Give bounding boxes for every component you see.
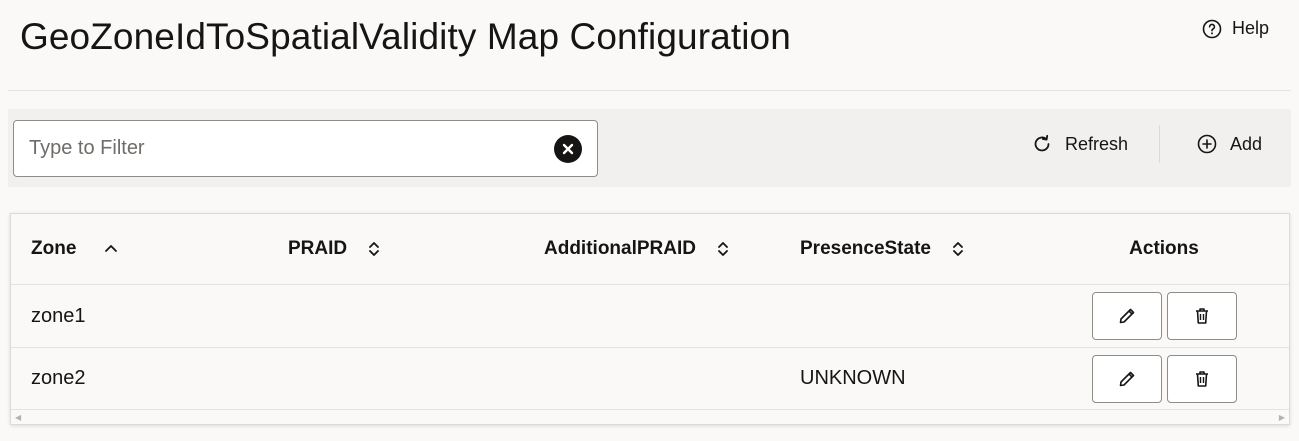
page-title: GeoZoneIdToSpatialValidity Map Configura…: [20, 16, 791, 57]
scroll-right-icon[interactable]: ▶: [1279, 413, 1285, 422]
sort-unsorted-icon[interactable]: [714, 240, 732, 258]
filter-box: [13, 120, 598, 177]
cell-zone: zone2: [31, 367, 86, 389]
scroll-left-icon[interactable]: ◀: [15, 413, 21, 422]
column-header-praid[interactable]: PRAID: [288, 214, 383, 284]
help-circle-icon: [1202, 19, 1222, 38]
column-header-label: Zone: [31, 238, 77, 259]
trash-icon: [1195, 370, 1208, 387]
sort-unsorted-icon[interactable]: [365, 240, 383, 258]
page: GeoZoneIdToSpatialValidity Map Configura…: [0, 0, 1299, 441]
header-divider: [8, 90, 1291, 91]
toolbar-separator: [1159, 125, 1160, 163]
help-label: Help: [1231, 18, 1269, 38]
add-button[interactable]: Add: [1196, 131, 1262, 157]
horizontal-scrollbar[interactable]: ◀ ▶: [11, 410, 1289, 424]
add-label: Add: [1230, 133, 1263, 154]
help-link[interactable]: Help: [1202, 18, 1269, 39]
edit-button[interactable]: [1091, 292, 1162, 340]
delete-button[interactable]: [1166, 292, 1237, 340]
column-header-label: PresenceState: [800, 238, 931, 259]
column-header-label: AdditionalPRAID: [544, 238, 696, 259]
edit-button[interactable]: [1091, 354, 1162, 403]
clear-icon: [562, 143, 574, 154]
refresh-icon: [1034, 134, 1050, 152]
column-header-presencestate[interactable]: PresenceState: [800, 214, 967, 284]
column-header-label: PRAID: [288, 238, 348, 259]
data-table: Zone PRAID AdditionalPRAID PresenceState: [10, 213, 1290, 425]
toolbar: Refresh Add: [8, 109, 1291, 187]
table-row[interactable]: zone2 UNKNOWN: [11, 348, 1289, 410]
refresh-button[interactable]: Refresh: [1031, 131, 1128, 157]
column-header-label: Actions: [1129, 238, 1199, 259]
table-row[interactable]: zone1: [11, 285, 1289, 348]
delete-button[interactable]: [1166, 354, 1237, 403]
add-circle-icon: [1197, 134, 1217, 154]
refresh-label: Refresh: [1065, 133, 1129, 154]
column-header-actions: Actions: [1089, 214, 1239, 284]
column-header-zone[interactable]: Zone: [31, 214, 120, 284]
cell-zone: zone1: [31, 304, 86, 327]
cell-presencestate: UNKNOWN: [800, 367, 906, 389]
cell-actions: [1089, 285, 1239, 347]
pencil-icon: [1119, 371, 1134, 386]
row-actions: [1091, 292, 1237, 340]
pencil-icon: [1119, 308, 1134, 324]
sort-ascending-icon[interactable]: [102, 240, 120, 258]
row-actions: [1091, 354, 1237, 403]
cell-actions: [1089, 348, 1239, 409]
trash-icon: [1195, 308, 1208, 324]
column-header-additionalpraid[interactable]: AdditionalPRAID: [544, 214, 732, 284]
table-header-row: Zone PRAID AdditionalPRAID PresenceState: [11, 214, 1289, 285]
sort-unsorted-icon[interactable]: [949, 240, 967, 258]
filter-input[interactable]: [14, 121, 554, 176]
clear-filter-button[interactable]: [554, 134, 582, 163]
